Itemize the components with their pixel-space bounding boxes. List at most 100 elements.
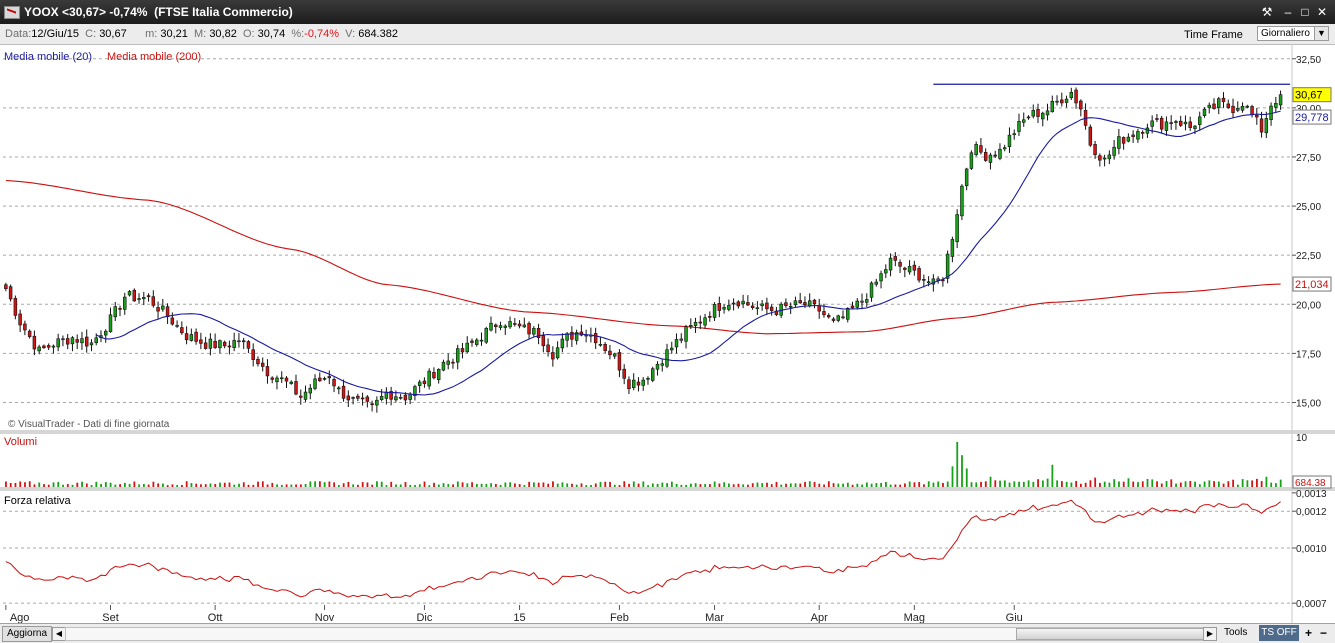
candle-body	[332, 379, 336, 387]
x-axis-label: Nov	[315, 612, 335, 623]
candle-body	[37, 346, 41, 352]
candle-body	[503, 325, 508, 328]
candle-body	[850, 305, 855, 309]
volume-bar	[1127, 478, 1130, 487]
volume-bar	[490, 483, 493, 487]
volume-bar	[328, 481, 331, 487]
volume-bar	[1008, 482, 1011, 487]
tools-button[interactable]: Tools	[1224, 627, 1247, 638]
candle-body	[788, 305, 793, 308]
volume-bar	[395, 484, 397, 487]
chevron-down-icon[interactable]: ▼	[1314, 27, 1328, 40]
volume-bar	[1208, 480, 1211, 487]
volume-bar	[437, 484, 440, 487]
candle-body	[260, 362, 265, 367]
volume-bar	[742, 484, 745, 487]
close-button[interactable]: ✕	[1314, 4, 1330, 20]
volume-bar	[109, 482, 112, 487]
volume-bar	[651, 483, 654, 487]
wrench-icon[interactable]: ⚒	[1259, 4, 1275, 20]
candle-body	[379, 395, 384, 400]
candle-body	[1164, 121, 1169, 131]
volume-bar	[1213, 481, 1215, 487]
candle-body	[703, 317, 707, 326]
candle-body	[593, 333, 598, 344]
volume-bar	[1175, 483, 1177, 487]
close-label: C:	[85, 28, 97, 40]
candle-body	[484, 328, 488, 343]
volume-bar	[685, 484, 688, 487]
volume-bar	[1165, 481, 1168, 487]
price-tick-label: 32,50	[1296, 55, 1321, 66]
candle-body	[555, 347, 560, 359]
volume-bar	[1236, 484, 1239, 487]
volume-bar	[414, 485, 416, 487]
scroll-thumb[interactable]	[1016, 628, 1204, 640]
volume-bar	[613, 484, 616, 487]
candle-body	[1012, 133, 1016, 136]
zoom-in-button[interactable]: +	[1302, 625, 1315, 641]
minimize-button[interactable]: –	[1280, 4, 1296, 20]
candle-body	[508, 321, 512, 328]
volume-bar	[604, 481, 607, 487]
volume-bar	[57, 481, 60, 487]
candle-body	[498, 325, 503, 328]
candle-body	[950, 239, 955, 257]
ts-toggle-button[interactable]: TS OFF	[1259, 625, 1299, 641]
volume-bar	[594, 483, 597, 487]
volume-bar	[970, 482, 973, 487]
volume-bar	[247, 484, 250, 487]
candle-body	[218, 340, 222, 349]
zoom-out-button[interactable]: −	[1317, 625, 1330, 641]
x-axis-label: Ago	[10, 612, 30, 623]
candle-body	[398, 397, 403, 399]
candle-body	[532, 328, 536, 335]
update-button[interactable]: Aggiorna	[2, 626, 53, 642]
volume-bar	[533, 482, 535, 487]
volume-bar	[466, 483, 469, 487]
candle-body	[717, 303, 722, 311]
volume-bar	[418, 484, 421, 487]
scroll-left-button[interactable]: ◀	[52, 627, 66, 641]
scroll-right-button[interactable]: ▶	[1203, 627, 1217, 641]
volume-bar	[680, 484, 683, 487]
candle-body	[104, 330, 108, 336]
watermark: © VisualTrader - Dati di fine giornata	[8, 419, 170, 430]
volume-bar	[818, 483, 821, 487]
volume-bar	[1056, 480, 1059, 487]
volume-bar	[1065, 481, 1068, 487]
volume-bar	[918, 482, 921, 487]
candle-body	[199, 339, 203, 344]
candle-body	[341, 385, 346, 399]
volume-bar	[813, 481, 816, 487]
candle-body	[299, 395, 303, 398]
period-select[interactable]: Giornaliero ▼	[1257, 26, 1329, 41]
candle-body	[1178, 120, 1183, 126]
volume-bar	[233, 484, 236, 487]
candle-body	[94, 337, 98, 344]
candle-body	[446, 360, 450, 365]
volume-bar	[494, 483, 497, 487]
maximize-button[interactable]: □	[1297, 4, 1313, 20]
volume-bar	[1251, 480, 1254, 487]
candle-body	[1193, 125, 1197, 129]
max-value: 30,82	[209, 28, 237, 40]
volume-bar	[561, 482, 564, 487]
candle-body	[284, 377, 289, 382]
volume-bar	[352, 484, 355, 487]
candle-body	[551, 352, 555, 360]
volume-bar	[628, 483, 630, 487]
volume-bar	[223, 482, 226, 487]
volume-bar	[965, 468, 968, 487]
volume-bar	[309, 481, 312, 487]
volume-bar	[228, 482, 231, 487]
candle-body	[760, 303, 764, 307]
volume-bar	[775, 481, 778, 487]
candle-body	[1121, 137, 1126, 144]
volume-bar	[456, 481, 459, 487]
rs-tick-label: 0,0010	[1296, 544, 1327, 555]
candle-body	[612, 353, 617, 357]
candle-body	[1159, 117, 1164, 130]
candle-body	[1074, 89, 1078, 104]
date-value: 12/Giu/15	[31, 28, 79, 40]
